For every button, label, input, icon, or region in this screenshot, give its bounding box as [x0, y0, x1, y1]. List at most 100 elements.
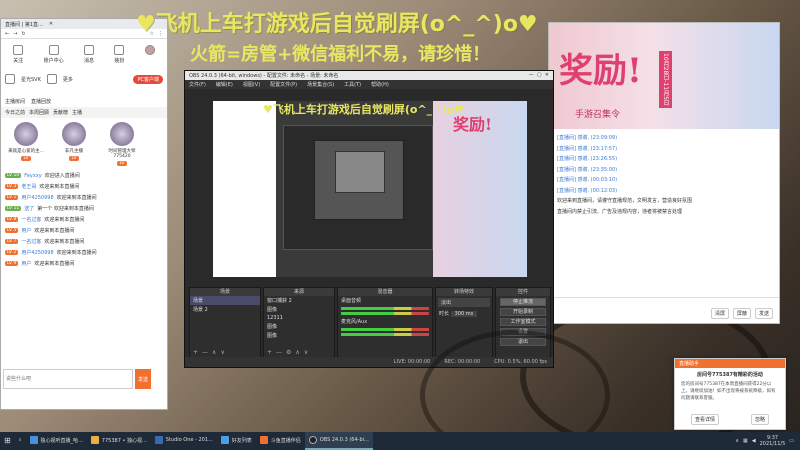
- remove-icon[interactable]: —: [276, 349, 282, 356]
- stop-streaming-button[interactable]: 停止推流: [500, 298, 546, 306]
- obs-preview[interactable]: ♥飞机上车打游戏后自觉刷屏(o^_^)o♥ 奖励!: [213, 101, 527, 277]
- taskbar-app[interactable]: Studio One - 201...: [151, 432, 217, 450]
- transitions-dock: 转场特效 淡出 时长 300 ms: [435, 287, 493, 359]
- banner-title: 奖励!: [559, 51, 642, 91]
- taskbar-app[interactable]: 独心视听直播_哈...: [26, 432, 87, 450]
- tab-contrib[interactable]: 贡献榜: [53, 109, 68, 116]
- notification-body: 您的房间号775387在本周直播间获得22分以上，请继续加油！如不出现将被系统降…: [681, 382, 776, 401]
- search-button[interactable]: ⌕: [15, 432, 26, 450]
- top-user[interactable]: 非凡主播 LV: [55, 122, 93, 166]
- down-icon[interactable]: ∨: [220, 349, 224, 356]
- volume-meter: [341, 328, 429, 331]
- clock[interactable]: 9:37 2021/11/5: [760, 435, 786, 447]
- ignore-button[interactable]: 忽略: [750, 414, 769, 425]
- menu-file[interactable]: 文件(F): [189, 81, 206, 88]
- close-icon[interactable]: ✕: [49, 21, 53, 27]
- cpu-fps: CPU: 0.5%, 60.00 fps: [494, 359, 547, 365]
- chat-line: LV 8 一名过客 欢迎来到本直播间: [5, 217, 85, 223]
- menu-edit[interactable]: 编辑(E): [216, 81, 233, 88]
- event-banner[interactable]: 奖励! 手游召集令 10月28日-11月5日: [549, 23, 779, 129]
- notification-center-icon[interactable]: ▭: [789, 438, 794, 444]
- room-label[interactable]: 主播房间: [5, 98, 25, 105]
- chat-line: LV 3 老王哥 欢迎来到本直播间: [5, 184, 80, 190]
- up-icon[interactable]: ∧: [295, 349, 299, 356]
- volume-slider[interactable]: [341, 312, 429, 315]
- send-button[interactable]: 发送: [754, 308, 773, 319]
- settings-button[interactable]: 设置: [500, 328, 546, 336]
- room-message: [直播间] 感谢, (23:09:09): [557, 135, 618, 141]
- source-item[interactable]: 窗口捕获 2: [264, 296, 334, 305]
- menu-scene-collection[interactable]: 场景集合(S): [307, 81, 334, 88]
- top-user[interactable]: 来就是心爱的主... LV: [7, 122, 45, 166]
- browser-window[interactable]: 直播间 | 第1直... ✕ ← → ↻ ☆ ⋮ 关注 账户中心 消息 装扮 星…: [0, 18, 168, 410]
- tab-today[interactable]: 今日之前: [5, 109, 25, 116]
- taskbar-app[interactable]: 775387 • 独心视...: [87, 432, 151, 450]
- avatar[interactable]: [144, 45, 155, 64]
- notification-popup[interactable]: 直播助手 房间号775387有精彩的活动 您的房间号775387在本周直播间获得…: [674, 358, 786, 430]
- duration-input[interactable]: 300 ms: [450, 311, 478, 317]
- remove-icon[interactable]: —: [202, 349, 208, 356]
- source-item[interactable]: 图像: [264, 305, 334, 314]
- tray-chevron-icon[interactable]: ∧: [735, 438, 739, 444]
- view-details-button[interactable]: 查看详情: [690, 414, 719, 425]
- scene-item[interactable]: 场景 2: [190, 305, 260, 314]
- up-icon[interactable]: ∧: [212, 349, 216, 356]
- nav-item-account[interactable]: 账户中心: [44, 45, 64, 64]
- volume-icon[interactable]: ◀: [752, 438, 756, 444]
- obs-window[interactable]: OBS 24.0.3 (64-bit, windows) - 配置文件: 未命名…: [184, 70, 554, 368]
- volume-slider[interactable]: [341, 333, 429, 336]
- back-icon[interactable]: ←: [5, 31, 9, 37]
- search-icon: ⌕: [18, 437, 22, 443]
- chat-line: LV 7 一名过客 欢迎来到本直播间: [5, 239, 85, 245]
- tab-week[interactable]: 本周回顾: [29, 109, 49, 116]
- top-user[interactable]: 时间管理大师775420 LV: [103, 122, 141, 166]
- dock-toolbar: + — ⚙ ∧ ∨: [267, 349, 308, 356]
- start-button[interactable]: ⊞: [0, 432, 15, 450]
- menu-help[interactable]: 帮助(H): [371, 81, 389, 88]
- source-item[interactable]: 12311: [264, 314, 334, 322]
- taskbar-app[interactable]: 好友列表: [217, 432, 256, 450]
- secondary-row: 星光SVK 更多 PC客户端: [1, 66, 167, 86]
- gear-icon[interactable]: ⚙: [286, 349, 291, 356]
- duration-row: 时长 300 ms: [436, 309, 492, 318]
- forward-icon[interactable]: →: [13, 31, 17, 37]
- chat-input[interactable]: [3, 369, 133, 389]
- menu-view[interactable]: 视图(V): [243, 81, 260, 88]
- shirt-icon: [114, 45, 125, 55]
- system-tray: ∧ ▦ ◀ 9:37 2021/11/5 ▭: [735, 435, 800, 447]
- desktop-background: 直播间 | 第1直... ✕ ← → ↻ ☆ ⋮ 关注 账户中心 消息 装扮 星…: [0, 0, 800, 432]
- add-icon[interactable]: +: [267, 349, 272, 356]
- window-controls[interactable]: — ▢ ✕: [529, 72, 549, 79]
- down-icon[interactable]: ∨: [304, 349, 308, 356]
- nav-item-follow[interactable]: 关注: [13, 45, 23, 64]
- avatar-icon: [144, 45, 155, 55]
- send-button[interactable]: 发送: [135, 369, 151, 389]
- nav-item-messages[interactable]: 消息: [83, 45, 94, 64]
- network-icon[interactable]: ▦: [743, 438, 748, 444]
- scene-item[interactable]: 场景: [190, 296, 260, 305]
- clear-button[interactable]: 清屏: [710, 308, 729, 319]
- start-recording-button[interactable]: 开始录制: [500, 308, 546, 316]
- menu-tools[interactable]: 工具(T): [344, 81, 361, 88]
- studio-mode-button[interactable]: 工作室模式: [500, 318, 546, 326]
- reload-icon[interactable]: ↻: [21, 31, 25, 37]
- dock-title: 场景: [190, 288, 260, 296]
- add-icon[interactable]: +: [193, 349, 198, 356]
- taskbar-app[interactable]: 斗鱼直播伴侣: [256, 432, 305, 450]
- taskbar-app-active[interactable]: OBS 24.0.3 (64-bi...: [304, 432, 373, 450]
- menu-profile[interactable]: 配置文件(P): [270, 81, 297, 88]
- tab-host[interactable]: 主播: [72, 109, 82, 116]
- live-time: LIVE: 00:00:00: [393, 359, 431, 365]
- live-room-window[interactable]: 奖励! 手游召集令 10月28日-11月5日 [直播间] 感谢, (23:09:…: [548, 22, 780, 324]
- obs-titlebar[interactable]: OBS 24.0.3 (64-bit, windows) - 配置文件: 未命名…: [185, 71, 553, 80]
- source-item[interactable]: 图像: [264, 322, 334, 331]
- exit-button[interactable]: 退出: [500, 338, 546, 346]
- nav-item-dressup[interactable]: 装扮: [114, 45, 124, 64]
- room-footer: 清屏 屏蔽 发送: [549, 297, 779, 323]
- obs-statusbar: LIVE: 00:00:00 REC: 00:00:00 CPU: 0.5%, …: [185, 357, 553, 367]
- replay-label[interactable]: 直播回放: [31, 98, 51, 105]
- pc-client-button[interactable]: PC客户端: [133, 74, 163, 84]
- block-button[interactable]: 屏蔽: [732, 308, 751, 319]
- transition-select[interactable]: 淡出: [438, 298, 490, 307]
- source-item[interactable]: 图像: [264, 331, 334, 340]
